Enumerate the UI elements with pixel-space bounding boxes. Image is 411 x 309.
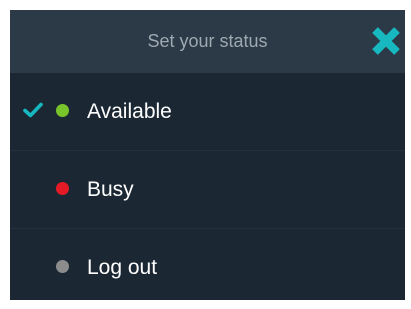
dialog-title: Set your status bbox=[147, 31, 268, 51]
status-dot-red bbox=[56, 182, 69, 195]
status-dot-gray bbox=[56, 260, 69, 273]
status-dialog: Set your status Available Busy Log out bbox=[10, 10, 405, 300]
status-option-available[interactable]: Available bbox=[10, 73, 405, 151]
close-button[interactable] bbox=[369, 24, 403, 58]
close-icon bbox=[372, 27, 400, 55]
checkmark-icon bbox=[23, 102, 43, 118]
status-dot-green bbox=[56, 104, 69, 117]
dialog-header: Set your status bbox=[10, 10, 405, 73]
status-label-log-out: Log out bbox=[87, 256, 158, 279]
status-option-log-out[interactable]: Log out bbox=[10, 229, 405, 300]
status-label-busy: Busy bbox=[87, 178, 134, 201]
status-option-busy[interactable]: Busy bbox=[10, 151, 405, 229]
status-label-available: Available bbox=[87, 100, 172, 123]
